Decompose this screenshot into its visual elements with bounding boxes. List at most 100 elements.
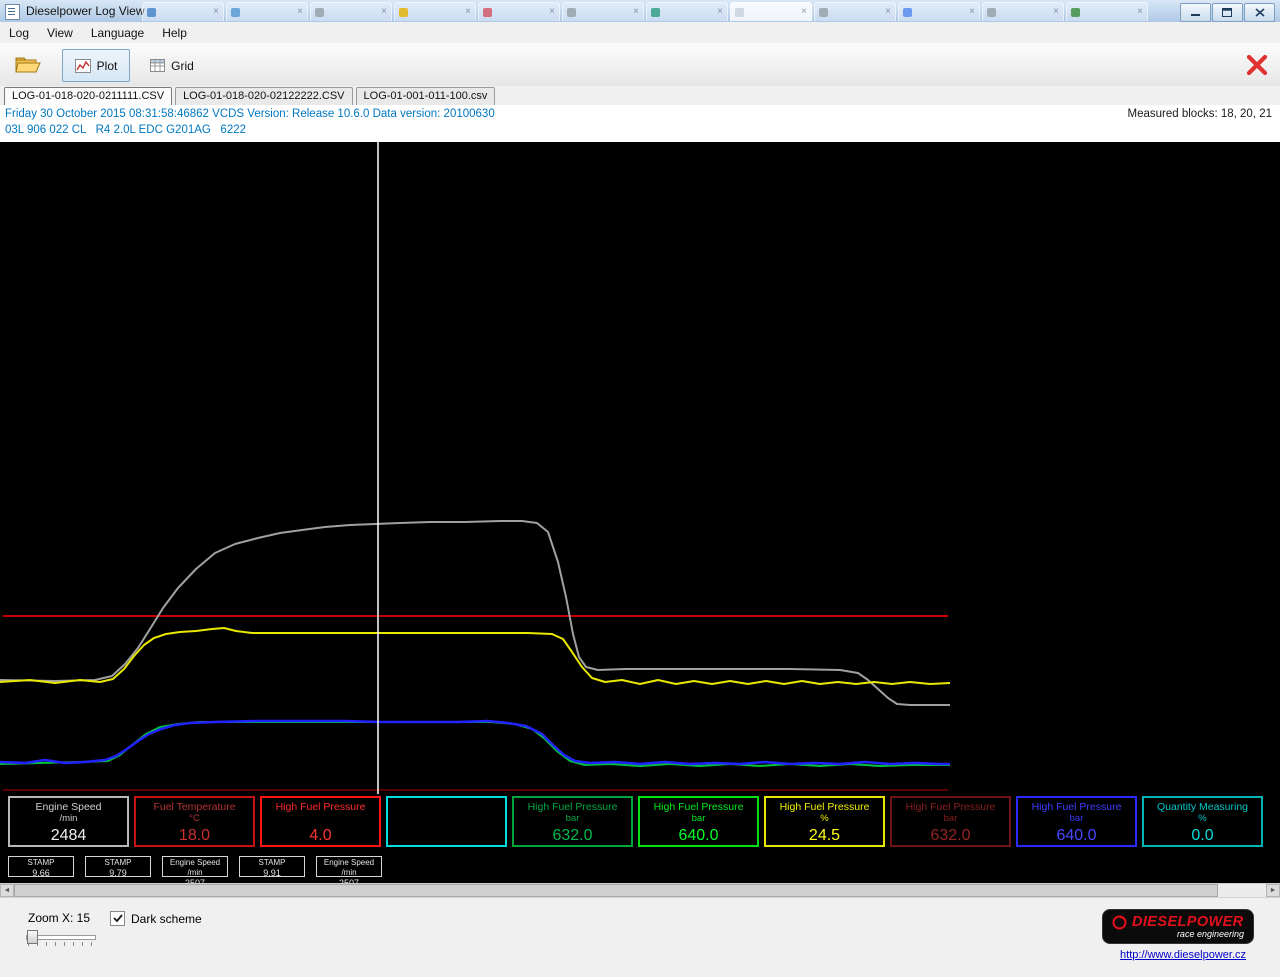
background-tab: × — [982, 2, 1064, 21]
background-tab: × — [142, 2, 224, 21]
stamp-label: STAMP — [86, 858, 150, 868]
slider-ticks — [28, 942, 96, 946]
toolbar: Plot Grid — [0, 43, 1280, 87]
plot-view-button[interactable]: Plot — [62, 49, 130, 82]
tab-favicon — [315, 8, 324, 17]
legend-high-fuel-pressure-green[interactable]: High Fuel Pressure bar 640.0 — [638, 796, 759, 847]
menu-help[interactable]: Help — [153, 23, 196, 43]
background-tab: × — [310, 2, 392, 21]
stamp-value: 9.79 — [86, 868, 150, 878]
tab-favicon — [819, 8, 828, 17]
stamp-value: 9.66 — [9, 868, 73, 878]
menubar: Log View Language Help — [0, 22, 1280, 44]
legend-high-fuel-pressure-blue[interactable]: High Fuel Pressure bar 640.0 — [1016, 796, 1137, 847]
tab-favicon — [1071, 8, 1080, 17]
legend-fuel-temperature[interactable]: Fuel Temperature °C 18.0 — [134, 796, 255, 847]
legend-unit — [262, 813, 379, 824]
plot-button-label: Plot — [97, 59, 118, 73]
legend-title: Fuel Temperature — [136, 801, 253, 813]
stamp-marker: Engine Speed /min 2507 — [162, 856, 228, 877]
grid-icon — [150, 59, 165, 72]
stamp-label: STAMP — [9, 858, 73, 868]
legend-empty[interactable] — [386, 796, 507, 847]
grid-view-button[interactable]: Grid — [142, 49, 202, 82]
zoom-x-label: Zoom X: 15 — [28, 911, 90, 925]
legend-unit: bar — [1018, 813, 1135, 824]
tab-close-icon: × — [213, 7, 219, 17]
series-gray-trace — [0, 521, 950, 705]
turbo-icon — [1112, 915, 1127, 930]
tab-favicon — [399, 8, 408, 17]
close-log-button[interactable] — [1244, 52, 1270, 78]
legend-high-fuel-pressure-darkgreen[interactable]: High Fuel Pressure bar 632.0 — [512, 796, 633, 847]
slider-thumb[interactable] — [27, 930, 38, 944]
legend-value: 2484 — [10, 826, 127, 845]
stamp-label: STAMP — [240, 858, 304, 868]
legend-unit: % — [766, 813, 883, 824]
tab-favicon — [987, 8, 996, 17]
legend-title — [388, 801, 505, 813]
background-tab: × — [730, 2, 812, 21]
plot-area[interactable]: Engine Speed /min 2484 Fuel Temperature … — [0, 142, 1280, 897]
stamp-marker: STAMP 9.91 — [239, 856, 305, 877]
bottom-panel: Zoom X: 15 Dark scheme DIESELPOWER race … — [0, 897, 1280, 977]
dark-scheme-option[interactable]: Dark scheme — [110, 911, 202, 926]
legend-title: High Fuel Pressure — [262, 801, 379, 813]
dark-scheme-checkbox[interactable] — [110, 911, 125, 926]
maximize-icon — [1222, 8, 1233, 17]
ghost-tabs: ×××××××××××× — [142, 2, 1148, 22]
menu-log[interactable]: Log — [0, 23, 38, 43]
file-tab-2[interactable]: LOG-01-018-020-02122222.CSV — [175, 87, 352, 105]
legend-title: High Fuel Pressure — [514, 801, 631, 813]
close-icon — [1255, 8, 1265, 17]
scrollbar-thumb[interactable] — [14, 884, 1218, 897]
scroll-right-arrow-icon[interactable]: ► — [1266, 884, 1280, 897]
measured-blocks: Measured blocks: 18, 20, 21 — [1128, 108, 1272, 120]
tab-close-icon: × — [1053, 7, 1059, 17]
dieselpower-link[interactable]: http://www.dieselpower.cz — [1120, 949, 1246, 961]
legend-value: 18.0 — [136, 826, 253, 845]
close-button[interactable] — [1244, 3, 1275, 22]
plot-svg[interactable] — [0, 142, 1275, 794]
legend-row: Engine Speed /min 2484 Fuel Temperature … — [8, 796, 1263, 847]
window-controls — [1180, 3, 1275, 22]
horizontal-scrollbar[interactable]: ◄ ► — [0, 883, 1280, 897]
tab-favicon — [567, 8, 576, 17]
file-tabs: LOG-01-018-020-0211111.CSV LOG-01-018-02… — [0, 86, 1280, 105]
open-file-button[interactable] — [12, 52, 44, 76]
menu-language[interactable]: Language — [82, 23, 153, 43]
stamp-row: STAMP 9.66 STAMP 9.79 Engine Speed /min … — [8, 856, 382, 877]
file-tab-1[interactable]: LOG-01-018-020-0211111.CSV — [4, 87, 172, 105]
legend-quantity-measuring[interactable]: Quantity Measuring % 0.0 — [1142, 796, 1263, 847]
legend-title: High Fuel Pressure — [640, 801, 757, 813]
tab-close-icon: × — [801, 7, 807, 17]
legend-high-fuel-pressure-darkred[interactable]: High Fuel Pressure bar 632.0 — [890, 796, 1011, 847]
file-tab-3[interactable]: LOG-01-001-011-100.csv — [356, 87, 496, 105]
series-blue-trace — [0, 721, 950, 764]
stamp-marker: STAMP 9.79 — [85, 856, 151, 877]
legend-high-fuel-pressure-yellow[interactable]: High Fuel Pressure % 24.5 — [764, 796, 885, 847]
minimize-button[interactable] — [1180, 3, 1211, 22]
tab-close-icon: × — [885, 7, 891, 17]
background-tab: × — [1066, 2, 1148, 21]
stamp-label: Engine Speed /min — [317, 858, 381, 878]
zoom-slider[interactable] — [26, 930, 96, 946]
tab-favicon — [651, 8, 660, 17]
legend-high-fuel-pressure-red[interactable]: High Fuel Pressure 4.0 — [260, 796, 381, 847]
legend-unit: bar — [640, 813, 757, 824]
maximize-button[interactable] — [1212, 3, 1243, 22]
scroll-left-arrow-icon[interactable]: ◄ — [0, 884, 14, 897]
app-icon — [5, 4, 20, 20]
legend-value: 0.0 — [1144, 826, 1261, 845]
legend-title: Quantity Measuring — [1144, 801, 1261, 813]
legend-unit: /min — [10, 813, 127, 824]
menu-view[interactable]: View — [38, 23, 82, 43]
series-yellow-trace — [0, 628, 950, 684]
tab-favicon — [903, 8, 912, 17]
stamp-value: 9.91 — [240, 868, 304, 878]
dark-scheme-label: Dark scheme — [131, 912, 202, 926]
background-tab: × — [814, 2, 896, 21]
grid-button-label: Grid — [171, 59, 194, 73]
legend-engine-speed[interactable]: Engine Speed /min 2484 — [8, 796, 129, 847]
legend-title: Engine Speed — [10, 801, 127, 813]
